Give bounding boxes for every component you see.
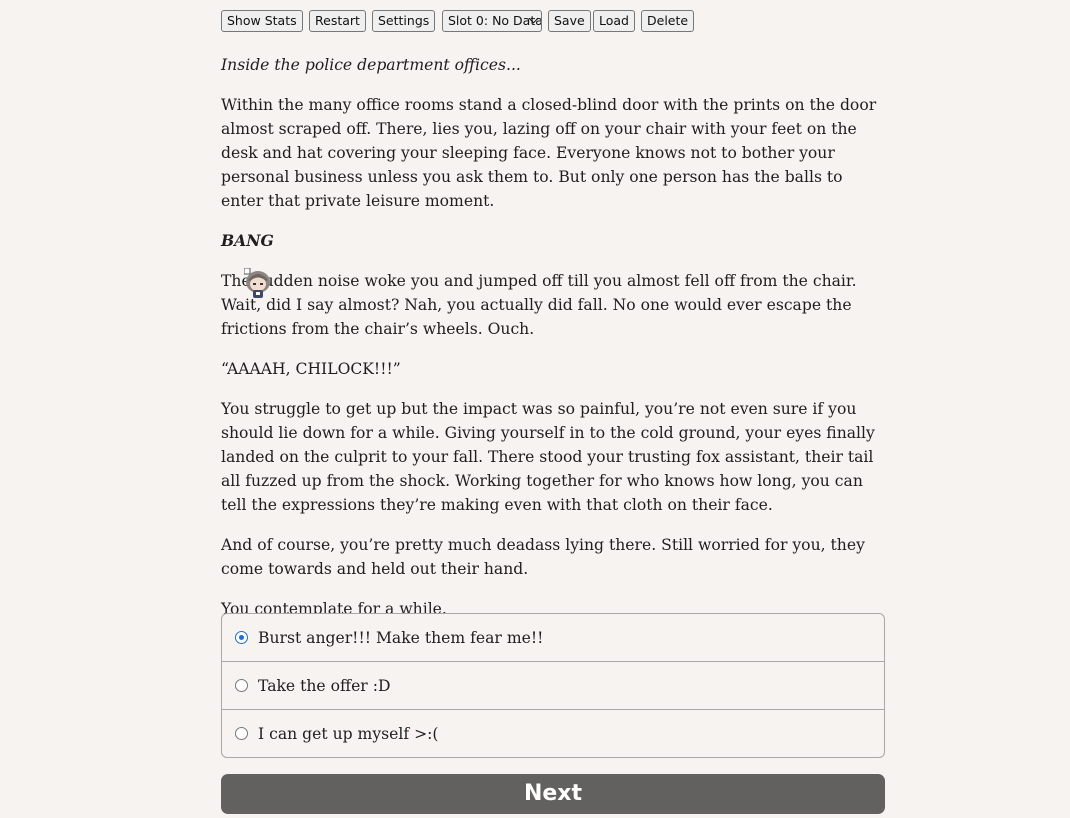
show-stats-button[interactable]: Show Stats [221, 10, 303, 32]
choice-option-3[interactable]: I can get up myself >:( [222, 710, 884, 757]
save-slot-value: Slot 0: No Data [448, 13, 542, 28]
delete-button[interactable]: Delete [641, 10, 695, 32]
dialogue-line: “AAAAH, CHILOCK!!!” [221, 360, 401, 378]
story-paragraph: The sudden noise woke you and jumped off… [221, 272, 857, 338]
story-passage: Inside the police department offices... … [221, 53, 885, 637]
next-button[interactable]: Next [221, 774, 885, 814]
chibi-character-icon [244, 268, 270, 298]
save-button[interactable]: Save [548, 10, 591, 32]
sound-effect-text: BANG [221, 231, 274, 250]
choice-label: Burst anger!!! Make them fear me!! [258, 629, 544, 647]
settings-button[interactable]: Settings [372, 10, 436, 32]
choice-list: Burst anger!!! Make them fear me!! Take … [221, 613, 885, 758]
scene-heading: Inside the police department offices... [221, 56, 521, 74]
choice-label: Take the offer :D [258, 677, 391, 695]
story-paragraph: And of course, you’re pretty much deadas… [221, 536, 865, 578]
radio-selected-icon[interactable] [235, 631, 248, 644]
choice-option-2[interactable]: Take the offer :D [222, 662, 884, 710]
load-button[interactable]: Load [593, 10, 635, 32]
story-paragraph: Within the many office rooms stand a clo… [221, 96, 877, 210]
choice-option-1[interactable]: Burst anger!!! Make them fear me!! [222, 614, 884, 662]
choice-label: I can get up myself >:( [258, 725, 439, 743]
story-paragraph: You struggle to get up but the impact wa… [221, 400, 875, 514]
save-slot-select[interactable]: Slot 0: No Data [442, 10, 542, 32]
radio-icon[interactable] [235, 679, 248, 692]
restart-button[interactable]: Restart [309, 10, 366, 32]
radio-icon[interactable] [235, 727, 248, 740]
